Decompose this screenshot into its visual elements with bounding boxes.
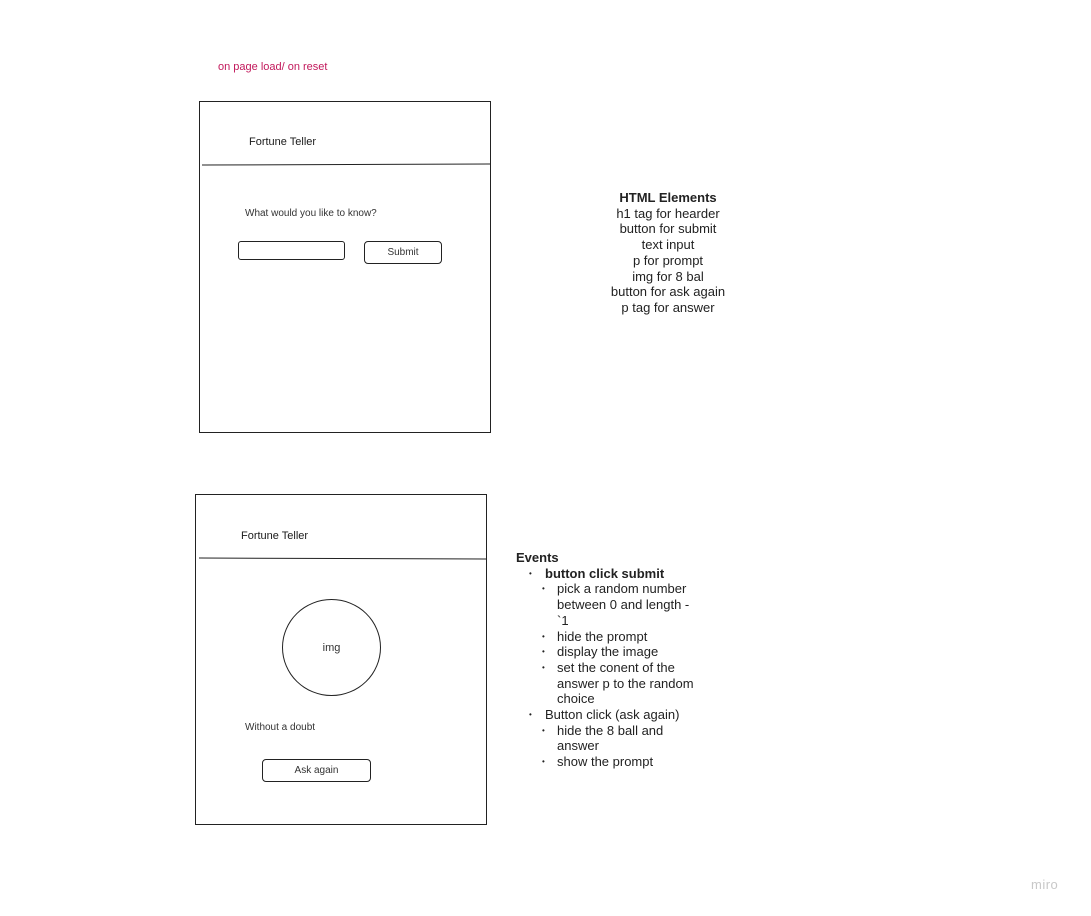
- events-heading: Events: [516, 550, 559, 565]
- wireframe-initial-state: [199, 101, 491, 433]
- miro-watermark-logo: miro: [1031, 877, 1059, 892]
- html-element-item: p for prompt: [632, 252, 704, 268]
- html-element-item: img for 8 bal: [632, 268, 704, 284]
- event-label: button click submit: [545, 565, 665, 581]
- question-input[interactable]: [238, 241, 345, 260]
- event-step: hide the prompt: [516, 629, 697, 645]
- wireframe-result-title: Fortune Teller: [241, 530, 309, 542]
- submit-button[interactable]: Submit: [364, 241, 442, 264]
- event-step: show the prompt: [516, 754, 697, 770]
- html-element-item: p tag for answer: [621, 299, 715, 315]
- event-step: display the image: [516, 644, 697, 660]
- events-list: button click submit pick a random number…: [516, 566, 746, 770]
- answer-text: Without a doubt: [245, 722, 316, 733]
- events-notes: Events button click submit pick a random…: [516, 550, 746, 770]
- event-item: button click submit pick a random number…: [516, 566, 746, 707]
- eight-ball-image-placeholder: img: [282, 599, 381, 696]
- html-element-item: text input: [641, 237, 695, 253]
- event-step: hide the 8 ball and answer: [516, 723, 697, 754]
- html-elements-heading: HTML Elements: [619, 190, 717, 205]
- event-label: Button click (ask again): [545, 707, 680, 723]
- page-load-caption: on page load/ on reset: [218, 61, 328, 73]
- html-element-item: button for ask again: [610, 284, 726, 300]
- wireframe-initial-title: Fortune Teller: [249, 136, 317, 148]
- event-step: set the conent of the answer p to the ra…: [516, 660, 697, 707]
- html-element-item: h1 tag for hearder: [616, 205, 720, 221]
- image-placeholder-label: img: [322, 641, 341, 654]
- ask-again-button[interactable]: Ask again: [262, 759, 371, 782]
- event-item: Button click (ask again) hide the 8 ball…: [516, 707, 746, 770]
- event-steps-list: hide the 8 ball and answer show the prom…: [516, 723, 746, 770]
- html-element-item: button for submit: [619, 221, 717, 237]
- event-steps-list: pick a random number between 0 and lengt…: [516, 581, 746, 707]
- event-step: pick a random number between 0 and lengt…: [516, 581, 697, 628]
- html-elements-notes: HTML Elements h1 tag for hearder button …: [588, 190, 748, 316]
- wireframe-initial-prompt: What would you like to know?: [245, 208, 377, 219]
